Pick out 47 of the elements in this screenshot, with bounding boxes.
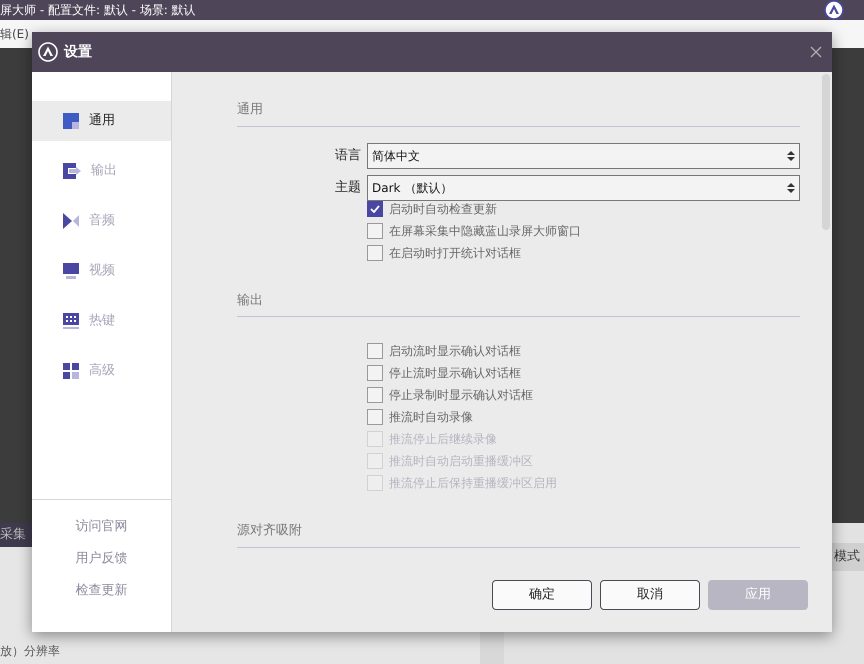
checkbox[interactable] bbox=[367, 387, 383, 403]
sidebar-link[interactable]: 用户反馈 bbox=[76, 548, 128, 570]
menu-item[interactable]: 辑(E) bbox=[0, 25, 29, 43]
field-label: 主题 bbox=[334, 178, 361, 197]
checkbox-label: 启动流时显示确认对话框 bbox=[389, 343, 521, 360]
updown-icon bbox=[787, 182, 795, 194]
checkbox[interactable] bbox=[367, 222, 383, 238]
section-title: 源对齐吸附 bbox=[237, 521, 800, 548]
checkbox[interactable] bbox=[367, 365, 383, 381]
checkbox-label: 在启动时打开统计对话框 bbox=[389, 244, 521, 262]
square-icon bbox=[63, 113, 79, 129]
checkbox-label: 推流停止后继续录像 bbox=[389, 431, 497, 448]
select-field[interactable]: Dark （默认） bbox=[367, 174, 800, 200]
monitor-icon bbox=[63, 263, 79, 279]
updown-icon bbox=[787, 150, 795, 162]
speaker-icon bbox=[63, 213, 79, 229]
section-title: 输出 bbox=[237, 290, 800, 317]
checkbox[interactable] bbox=[367, 244, 383, 260]
checkbox-label: 推流停止后保持重播缓冲区启用 bbox=[389, 475, 557, 492]
checkbox-label: 推流时自动启动重播缓冲区 bbox=[389, 453, 533, 470]
window-title: 屏大师 - 配置文件: 默认 - 场景: 默认 bbox=[0, 2, 196, 19]
checkbox-label: 推流时自动录像 bbox=[389, 409, 473, 426]
exit-arrow-icon bbox=[63, 163, 81, 179]
dialog-title: 设置 bbox=[64, 42, 92, 62]
check-icon bbox=[370, 204, 380, 212]
sidebar-link[interactable]: 检查更新 bbox=[76, 580, 128, 602]
dialog-button[interactable]: 取消 bbox=[600, 580, 700, 610]
checkbox-label: 停止流时显示确认对话框 bbox=[389, 365, 521, 382]
checkbox[interactable] bbox=[367, 343, 383, 359]
checkbox-label: 在屏幕采集中隐藏蓝山录屏大师窗口 bbox=[389, 222, 581, 240]
sidebar-item[interactable]: 通用 bbox=[32, 101, 171, 141]
dock-title: 采集 bbox=[0, 526, 26, 544]
checkbox-label: 启动时自动检查更新 bbox=[389, 200, 497, 218]
sidebar-link[interactable]: 访问官网 bbox=[76, 516, 128, 538]
checkbox[interactable] bbox=[367, 409, 383, 425]
dialog-button[interactable]: 确定 bbox=[492, 580, 592, 610]
close-icon[interactable] bbox=[810, 46, 822, 58]
keyboard-icon bbox=[63, 313, 79, 329]
dock-label: 放）分辨率 bbox=[0, 643, 61, 660]
field-label: 语言 bbox=[334, 146, 361, 165]
checkbox-label: 停止录制时显示确认对话框 bbox=[389, 387, 533, 404]
checkbox[interactable] bbox=[367, 200, 383, 216]
mode-label: 模式 bbox=[830, 543, 864, 570]
grid-icon bbox=[63, 363, 79, 379]
select-field[interactable]: 简体中文 bbox=[367, 142, 800, 168]
section-title: 通用 bbox=[237, 100, 800, 126]
logo-icon bbox=[38, 42, 58, 62]
